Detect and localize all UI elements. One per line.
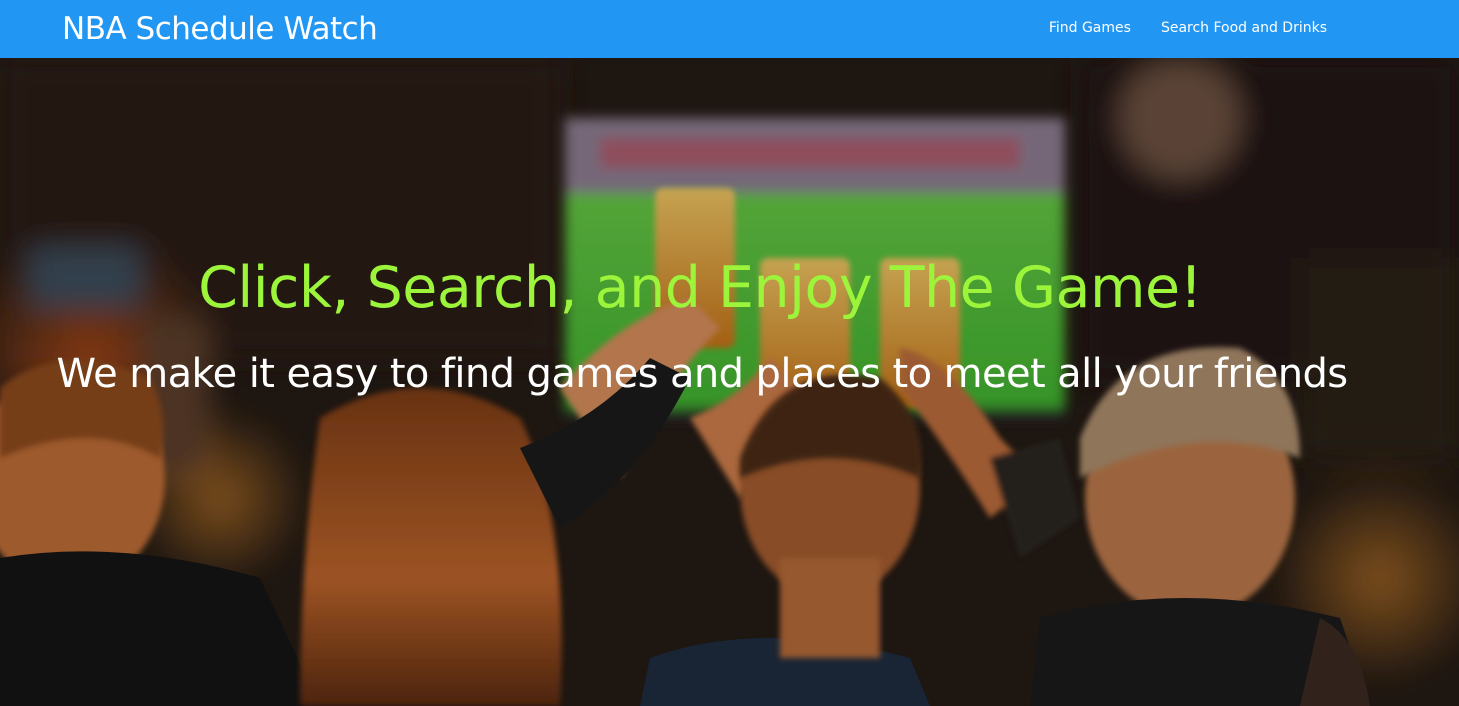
nav-link-find-games[interactable]: Find Games [1049, 18, 1131, 38]
nav-link-search-food-drinks[interactable]: Search Food and Drinks [1161, 18, 1327, 38]
hero-subtitle: We make it easy to find games and places… [56, 351, 1348, 397]
top-navbar: NBA Schedule Watch Find Games Search Foo… [0, 0, 1459, 58]
brand-link[interactable]: NBA Schedule Watch [62, 9, 378, 49]
nav-links: Find Games Search Food and Drinks [1049, 18, 1327, 38]
hero-title: Click, Search, and Enjoy The Game! [198, 255, 1202, 321]
hero-section: Click, Search, and Enjoy The Game! We ma… [0, 58, 1459, 706]
